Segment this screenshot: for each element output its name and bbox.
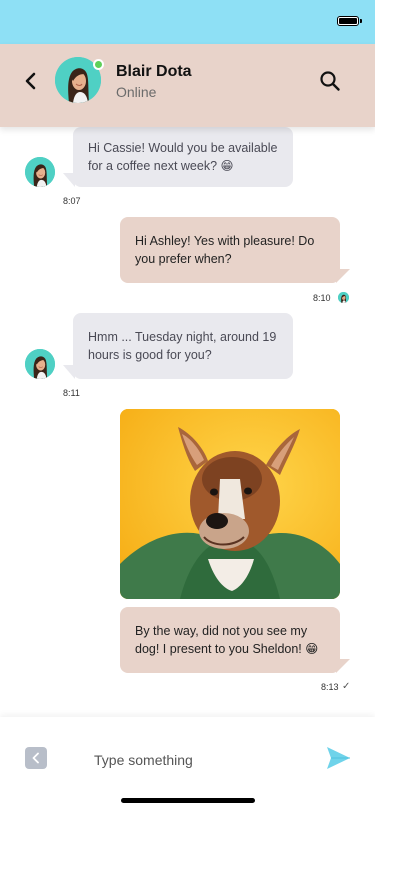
back-button[interactable] xyxy=(18,68,44,94)
message-bubble-incoming[interactable]: Hmm ... Tuesday night, around 19 hours i… xyxy=(73,313,293,379)
search-button[interactable] xyxy=(319,70,341,92)
online-indicator xyxy=(93,59,104,70)
chat-header: Blair Dota Online xyxy=(0,44,375,127)
message-list[interactable]: Hi Cassie! Would you be available for a … xyxy=(0,127,375,717)
sent-check-icon: ✓ xyxy=(342,681,351,692)
status-bar xyxy=(0,0,375,44)
contact-name[interactable]: Blair Dota xyxy=(116,63,192,81)
home-indicator xyxy=(121,798,255,803)
message-bubble-outgoing[interactable]: Hi Ashley! Yes with pleasure! Do you pre… xyxy=(120,217,340,283)
chat-screen: Blair Dota Online Hi Cassie! Would you b… xyxy=(0,0,375,812)
message-time: 8:11 xyxy=(63,388,80,398)
message-bubble-outgoing[interactable]: By the way, did not you see my dog! I pr… xyxy=(120,607,340,673)
contact-avatar[interactable] xyxy=(55,57,104,103)
sender-avatar[interactable] xyxy=(25,349,55,379)
bubble-tail xyxy=(336,269,350,283)
message-input[interactable] xyxy=(94,749,304,771)
composer-bar xyxy=(0,717,375,812)
contact-status: Online xyxy=(116,84,157,100)
message-text: By the way, did not you see my dog! I pr… xyxy=(135,624,319,656)
attach-button[interactable] xyxy=(25,747,47,769)
send-button[interactable] xyxy=(325,745,351,771)
sender-avatar[interactable] xyxy=(25,157,55,187)
search-icon xyxy=(320,71,340,91)
message-bubble-incoming[interactable]: Hi Cassie! Would you be available for a … xyxy=(73,127,293,187)
bubble-tail xyxy=(336,659,350,673)
chevron-left-icon xyxy=(25,72,36,90)
dog-photo[interactable] xyxy=(120,409,340,599)
chevron-left-small-icon xyxy=(32,752,39,764)
message-time: 8:10 xyxy=(313,293,331,303)
read-receipt-avatar xyxy=(338,292,349,303)
message-text: Hi Ashley! Yes with pleasure! Do you pre… xyxy=(135,234,315,266)
battery-icon xyxy=(337,16,362,26)
message-time: 8:07 xyxy=(63,196,81,206)
send-icon xyxy=(327,747,350,769)
message-text: Hmm ... Tuesday night, around 19 hours i… xyxy=(88,330,277,362)
message-time: 8:13 xyxy=(321,682,339,692)
message-text: Hi Cassie! Would you be available for a … xyxy=(88,141,278,173)
